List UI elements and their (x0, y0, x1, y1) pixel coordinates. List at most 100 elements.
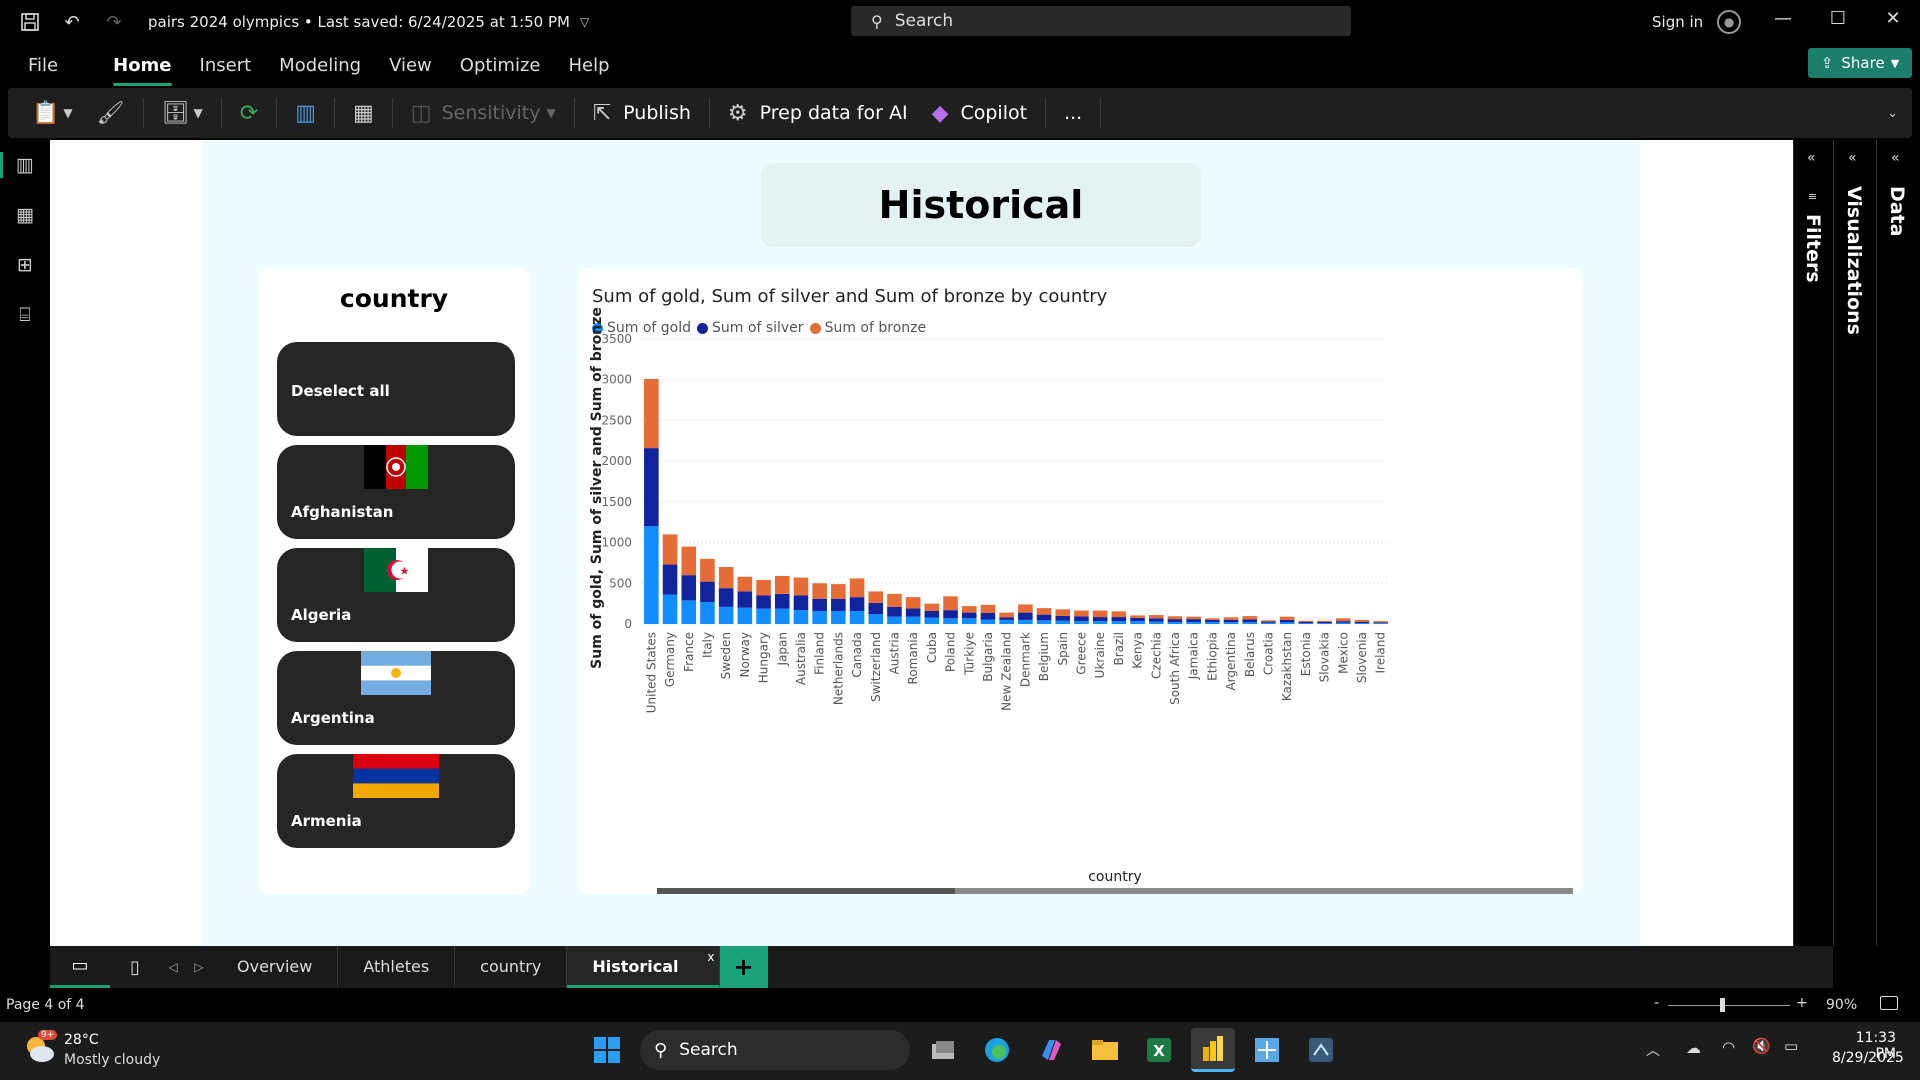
bar-segment-bronze[interactable] (1055, 609, 1071, 616)
taskbar-search[interactable]: ⚲ Search (640, 1030, 910, 1070)
bar-segment-bronze[interactable] (1242, 616, 1258, 620)
dax-query-icon[interactable]: ⌸ (0, 290, 50, 340)
menu-home[interactable]: Home (113, 44, 172, 88)
bar-segment-silver[interactable] (700, 581, 715, 603)
bar-segment-gold[interactable] (1148, 621, 1164, 624)
collapse-icon[interactable]: « (1848, 150, 1857, 166)
bar-segment-bronze[interactable] (961, 606, 977, 613)
slicer-item-afghanistan[interactable]: Afghanistan (277, 445, 515, 539)
bar-segment-silver[interactable] (1055, 615, 1071, 621)
bar-segment-silver[interactable] (1186, 619, 1201, 622)
bar-segment-silver[interactable] (1261, 621, 1276, 623)
clock-date[interactable]: 8/29/2025 (1832, 1050, 1904, 1066)
bar-segment-bronze[interactable] (1298, 620, 1314, 622)
scrollbar-thumb[interactable] (657, 888, 955, 894)
bar-segment-silver[interactable] (1092, 617, 1108, 622)
bar-segment-bronze[interactable] (849, 578, 865, 598)
bar-segment-bronze[interactable] (999, 612, 1014, 618)
filters-pane[interactable]: « ≡ Filters (1793, 140, 1833, 946)
sensitivity-button[interactable]: ◫ Sensitivity ▼ (399, 88, 568, 138)
bar-segment-silver[interactable] (644, 448, 659, 527)
power-bi-icon[interactable] (1191, 1028, 1235, 1072)
bar-segment-bronze[interactable] (774, 575, 790, 594)
mobile-layout-icon[interactable]: ▯ (110, 946, 160, 988)
bar-segment-silver[interactable] (924, 610, 940, 618)
zoom-level[interactable]: 90% (1826, 997, 1857, 1013)
onedrive-icon[interactable]: ☁ (1686, 1039, 1701, 1057)
bar-segment-gold[interactable] (793, 610, 809, 624)
bar-segment-silver[interactable] (980, 613, 996, 620)
bar-segment-bronze[interactable] (1279, 616, 1295, 620)
bar-segment-gold[interactable] (1111, 621, 1127, 624)
next-page-icon[interactable]: ▷ (186, 960, 212, 974)
tab-athletes[interactable]: Athletes (338, 946, 456, 988)
bar-segment-bronze[interactable] (887, 593, 902, 607)
bar-segment-silver[interactable] (1223, 619, 1239, 623)
windows-start-icon[interactable] (585, 1028, 629, 1072)
bar-segment-gold[interactable] (1223, 622, 1239, 624)
bar-segment-bronze[interactable] (1148, 615, 1164, 619)
bar-segment-bronze[interactable] (1130, 615, 1145, 618)
data-pane[interactable]: « Data (1876, 140, 1920, 946)
bar-segment-gold[interactable] (1261, 622, 1276, 624)
bar-segment-silver[interactable] (793, 595, 809, 611)
bar-segment-gold[interactable] (662, 594, 678, 624)
bar-segment-silver[interactable] (662, 564, 678, 595)
menu-view[interactable]: View (389, 44, 432, 88)
bar-segment-silver[interactable] (1111, 617, 1127, 622)
bar-segment-silver[interactable] (1130, 617, 1145, 622)
bar-segment-silver[interactable] (1036, 614, 1052, 621)
bar-segment-silver[interactable] (1335, 621, 1351, 623)
volume-muted-icon[interactable]: 🔇 (1752, 1037, 1771, 1055)
battery-icon[interactable]: ▭ (1784, 1037, 1798, 1055)
share-button[interactable]: ⇪ Share ▼ (1808, 48, 1912, 78)
more-options-button[interactable]: ... (1052, 88, 1094, 138)
menu-modeling[interactable]: Modeling (279, 44, 361, 88)
bar-segment-silver[interactable] (905, 608, 921, 617)
prep-data-button[interactable]: ⚙ Prep data for AI (716, 88, 920, 138)
bar-segment-bronze[interactable] (718, 567, 734, 589)
bar-segment-bronze[interactable] (756, 580, 771, 596)
bar-segment-bronze[interactable] (793, 577, 809, 596)
model-view-icon[interactable]: ⊞ (0, 240, 50, 290)
bar-segment-gold[interactable] (868, 614, 884, 624)
bar-segment-gold[interactable] (1186, 621, 1201, 624)
bar-segment-gold[interactable] (1036, 620, 1052, 624)
bar-segment-silver[interactable] (868, 602, 884, 615)
medals-chart-visual[interactable]: Sum of gold, Sum of silver and Sum of br… (577, 268, 1583, 894)
edge-browser-icon[interactable] (975, 1028, 1019, 1072)
expand-ribbon-icon[interactable]: ⌄ (1887, 106, 1898, 121)
bar-segment-bronze[interactable] (924, 603, 940, 611)
menu-help[interactable]: Help (569, 44, 610, 88)
bar-segment-bronze[interactable] (1223, 617, 1239, 620)
bar-segment-gold[interactable] (831, 610, 846, 624)
slicer-item-argentina[interactable]: Argentina (277, 651, 515, 745)
menu-file[interactable]: File (28, 44, 58, 88)
bar-segment-gold[interactable] (737, 607, 753, 624)
add-page-button[interactable]: + (719, 946, 768, 988)
file-explorer-icon[interactable] (1083, 1028, 1127, 1072)
close-icon[interactable]: ✕ (1878, 8, 1908, 29)
weather-condition[interactable]: Mostly cloudy (64, 1052, 160, 1068)
sign-in-button[interactable]: Sign in ● (1652, 10, 1742, 34)
wifi-icon[interactable]: ◠ (1722, 1038, 1735, 1056)
bar-segment-gold[interactable] (1018, 619, 1033, 624)
bar-segment-gold[interactable] (849, 610, 865, 624)
bar-segment-silver[interactable] (1298, 621, 1314, 624)
close-tab-icon[interactable]: x (707, 936, 714, 978)
bar-segment-bronze[interactable] (662, 534, 678, 565)
tab-historical[interactable]: Historical x (567, 946, 720, 988)
bar-segment-gold[interactable] (905, 616, 921, 624)
bar-segment-bronze[interactable] (868, 591, 884, 603)
get-data-button[interactable]: 🗄 ▼ (150, 88, 215, 138)
bar-segment-bronze[interactable] (644, 378, 659, 449)
task-view-icon[interactable] (921, 1028, 965, 1072)
bar-segment-silver[interactable] (1018, 612, 1033, 620)
bar-segment-gold[interactable] (1074, 621, 1089, 624)
bar-segment-silver[interactable] (812, 598, 827, 611)
bar-segment-gold[interactable] (924, 617, 940, 624)
bar-segment-silver[interactable] (737, 591, 753, 608)
bar-segment-silver[interactable] (756, 595, 771, 609)
bar-segment-silver[interactable] (1373, 622, 1388, 624)
bar-segment-bronze[interactable] (737, 576, 753, 592)
